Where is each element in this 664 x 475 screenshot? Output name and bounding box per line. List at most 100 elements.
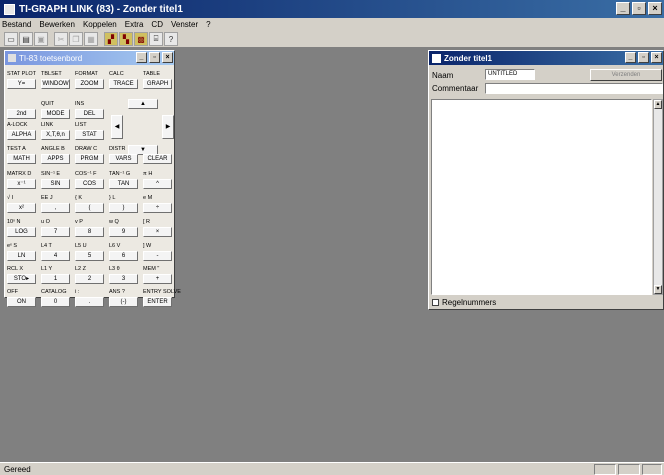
line-numbers-checkbox[interactable] (432, 299, 439, 306)
arrow-left-key[interactable]: ◀ (111, 115, 123, 139)
calc-key-label: RCL X (7, 266, 23, 272)
calc-key[interactable]: SIN (41, 179, 70, 189)
calc-key[interactable]: 2nd (7, 109, 36, 119)
calc-key-label: w Q (109, 219, 119, 225)
calc-key[interactable]: 1 (41, 274, 70, 284)
calc-maximize-button[interactable]: ▫ (149, 52, 160, 63)
editor-minimize-button[interactable]: _ (625, 52, 636, 63)
calc-key-label: L1 Y (41, 266, 53, 272)
calc-key[interactable]: ZOOM (75, 79, 104, 89)
calculator-keypad: ▲ ◀ ▶ ▼ Y= WINDOW ZOOM TRACE GRAPH STAT PLOT T… (5, 65, 181, 307)
open-icon[interactable]: ▤ (19, 32, 33, 46)
calc-key[interactable]: 8 (75, 227, 104, 237)
close-button[interactable]: × (648, 2, 662, 15)
menu-help[interactable]: ? (206, 20, 210, 29)
calc-key[interactable]: TRACE (109, 79, 138, 89)
calc-key[interactable]: STAT (75, 130, 104, 140)
calc-key[interactable]: . (75, 297, 104, 307)
menu-koppelen[interactable]: Koppelen (83, 20, 117, 29)
help-icon[interactable]: ? (164, 32, 178, 46)
calc-key[interactable]: ON (7, 297, 36, 307)
calc-key[interactable]: STO▸ (7, 274, 36, 284)
calc-key[interactable]: x⁻¹ (7, 179, 36, 189)
maximize-button[interactable]: ▫ (632, 2, 646, 15)
calc-key[interactable]: ALPHA (7, 130, 36, 140)
menu-bewerken[interactable]: Bewerken (39, 20, 75, 29)
calc-key[interactable]: 5 (75, 251, 104, 261)
calculator-titlebar: TI-83 toetsenbord _ ▫ × (5, 51, 174, 65)
calc-key[interactable]: 7 (41, 227, 70, 237)
calc-key[interactable]: LN (7, 251, 36, 261)
menu-bestand[interactable]: Bestand (2, 20, 31, 29)
arrow-right-key[interactable]: ▶ (162, 115, 174, 139)
paste-icon[interactable]: ▦ (84, 32, 98, 46)
cut-icon[interactable]: ✂ (54, 32, 68, 46)
calc-key[interactable]: PRGM (75, 154, 104, 164)
calc-key[interactable]: ) (109, 203, 138, 213)
calc-key[interactable]: X,T,θ,n (41, 130, 70, 140)
calc-key[interactable]: 4 (41, 251, 70, 261)
program-textarea[interactable] (431, 99, 652, 295)
calc-key-label: COS⁻¹ F (75, 171, 97, 177)
calc-key[interactable]: COS (75, 179, 104, 189)
receive-icon[interactable]: ▚ (119, 32, 133, 46)
calc-key[interactable]: MODE (41, 109, 70, 119)
calc-key-label: L2 Z (75, 266, 87, 272)
save-icon[interactable]: ▣ (34, 32, 48, 46)
calc-key[interactable]: ( (75, 203, 104, 213)
calc-key[interactable]: x² (7, 203, 36, 213)
scroll-up-arrow-icon[interactable]: ▲ (654, 100, 662, 109)
calc-key[interactable]: 6 (109, 251, 138, 261)
calc-minimize-button[interactable]: _ (136, 52, 147, 63)
calc-key[interactable]: ENTER (143, 297, 172, 307)
calc-key[interactable]: 0 (41, 297, 70, 307)
calc-key[interactable]: Y= (7, 79, 36, 89)
scroll-down-arrow-icon[interactable]: ▼ (654, 285, 662, 294)
calc-key-label: L5 U (75, 243, 87, 249)
menu-cd[interactable]: CD (151, 20, 163, 29)
calc-key-label: INS (75, 101, 85, 107)
calc-key[interactable]: CLEAR (143, 154, 172, 164)
calc-key[interactable]: ^ (143, 179, 172, 189)
screen-icon[interactable]: ▩ (134, 32, 148, 46)
app-titlebar: TI-GRAPH LINK (83) - Zonder titel1 _ ▫ × (0, 0, 664, 18)
calc-key[interactable]: , (41, 203, 70, 213)
editor-maximize-button[interactable]: ▫ (638, 52, 649, 63)
comment-input[interactable] (485, 83, 663, 94)
calc-key[interactable]: 2 (75, 274, 104, 284)
editor-close-button[interactable]: × (651, 52, 662, 63)
calc-key[interactable]: - (143, 251, 172, 261)
new-icon[interactable]: ▭ (4, 32, 18, 46)
calc-key-label: FORMAT (75, 71, 98, 77)
calc-key[interactable]: 3 (109, 274, 138, 284)
calc-key[interactable]: (-) (109, 297, 138, 307)
calc-key-label: TABLE (143, 71, 161, 77)
calc-key[interactable]: MATH (7, 154, 36, 164)
status-bar: Gereed (0, 462, 664, 475)
calc-key[interactable]: ÷ (143, 203, 172, 213)
name-input[interactable]: UNTITLED (485, 69, 535, 80)
vertical-scrollbar[interactable]: ▲ ▼ (653, 99, 663, 295)
copy-icon[interactable]: ❐ (69, 32, 83, 46)
calc-key[interactable]: 9 (109, 227, 138, 237)
calc-key[interactable]: APPS (41, 154, 70, 164)
calc-key[interactable]: GRAPH (143, 79, 172, 89)
send-icon[interactable]: ▞ (104, 32, 118, 46)
app-icon (4, 3, 15, 15)
menu-extra[interactable]: Extra (125, 20, 144, 29)
arrow-up-key[interactable]: ▲ (128, 99, 158, 109)
calc-key-label: DISTR (109, 146, 126, 152)
minimize-button[interactable]: _ (616, 2, 630, 15)
calc-close-button[interactable]: × (162, 52, 173, 63)
calc-key[interactable]: LOG (7, 227, 36, 237)
calc-key-label: L4 T (41, 243, 52, 249)
calc-key[interactable]: WINDOW (41, 79, 70, 89)
calc-key[interactable]: VARS (109, 154, 138, 164)
calc-key[interactable]: × (143, 227, 172, 237)
link-icon[interactable]: ⌸ (149, 32, 163, 46)
calc-key[interactable]: + (143, 274, 172, 284)
calc-key[interactable]: DEL (75, 109, 104, 119)
menu-venster[interactable]: Venster (171, 20, 198, 29)
send-button[interactable]: Verzenden (590, 69, 662, 81)
calc-key[interactable]: TAN (109, 179, 138, 189)
